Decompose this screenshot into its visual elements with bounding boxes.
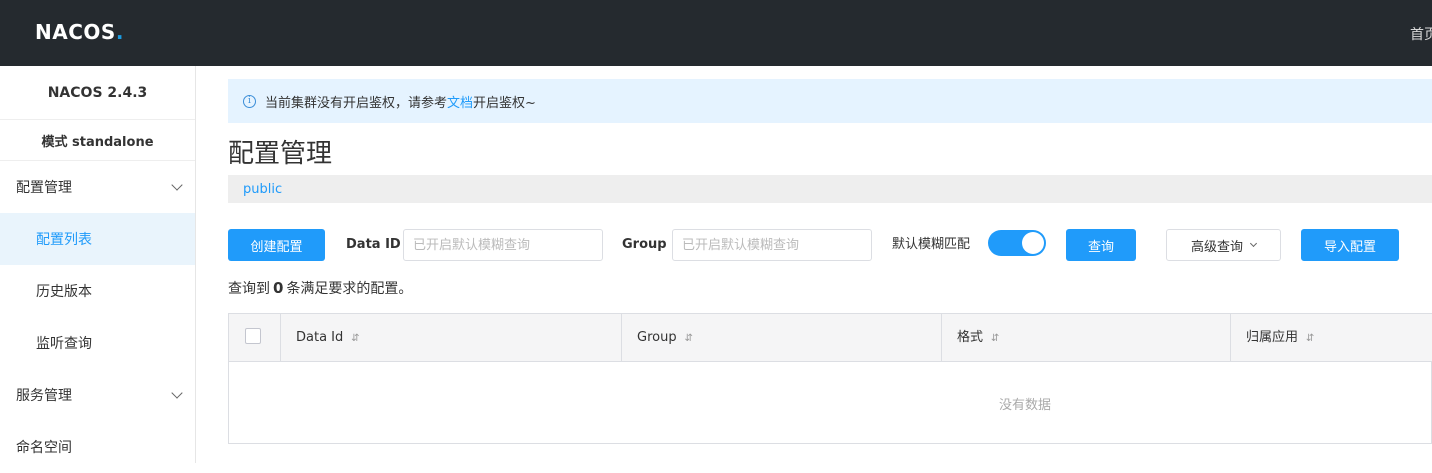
nacos-logo[interactable]: NACOS. bbox=[35, 20, 123, 44]
sidebar-version: NACOS 2.4.3 bbox=[0, 66, 195, 120]
chevron-down-icon bbox=[171, 387, 183, 399]
group-label: Group bbox=[622, 237, 667, 252]
sidebar: NACOS 2.4.3 模式 standalone 配置管理 配置列表 历史版本… bbox=[0, 66, 196, 463]
chevron-down-icon bbox=[171, 179, 183, 191]
result-prefix: 查询到 bbox=[228, 281, 270, 297]
sidebar-group-label: 服务管理 bbox=[16, 388, 72, 404]
data-id-label: Data ID bbox=[346, 237, 401, 252]
column-data-id[interactable]: Data Id ⇵ bbox=[280, 314, 621, 361]
auth-notice: i 当前集群没有开启鉴权，请参考 文档 开启鉴权~ bbox=[228, 79, 1432, 123]
table-empty-state: 没有数据 bbox=[998, 397, 1051, 413]
top-navbar: NACOS. 首页 bbox=[0, 0, 1432, 66]
toggle-knob bbox=[1022, 232, 1044, 254]
column-app[interactable]: 归属应用 ⇵ bbox=[1230, 314, 1432, 361]
create-config-button[interactable]: 创建配置 bbox=[228, 229, 325, 261]
sidebar-group-service[interactable]: 服务管理 bbox=[0, 369, 195, 421]
column-format[interactable]: 格式 ⇵ bbox=[941, 314, 1230, 361]
advanced-query-label: 高级查询 bbox=[1190, 239, 1243, 255]
filter-bar: 创建配置 Data ID Group 默认模糊匹配 查询 高级查询 导入配置 bbox=[228, 229, 1432, 261]
fuzzy-match-toggle[interactable] bbox=[988, 230, 1046, 256]
sidebar-item-config-list[interactable]: 配置列表 bbox=[0, 213, 195, 265]
notice-suffix: 开启鉴权~ bbox=[473, 95, 536, 111]
import-config-button[interactable]: 导入配置 bbox=[1301, 229, 1399, 261]
select-all-cell bbox=[229, 314, 280, 361]
query-button[interactable]: 查询 bbox=[1066, 229, 1136, 261]
config-table: Data Id ⇵ Group ⇵ 格式 ⇵ 归属应用 ⇵ 没有数据 bbox=[228, 313, 1432, 444]
column-group[interactable]: Group ⇵ bbox=[621, 314, 941, 361]
namespace-bar: public bbox=[228, 175, 1432, 203]
main-content: i 当前集群没有开启鉴权，请参考 文档 开启鉴权~ 配置管理 public 创建配置… bbox=[228, 66, 1432, 463]
group-input[interactable] bbox=[672, 229, 872, 261]
logo-text: NACOS bbox=[35, 20, 116, 44]
logo-dot: . bbox=[115, 20, 124, 44]
sidebar-item-listener-query[interactable]: 监听查询 bbox=[0, 317, 195, 369]
result-count: 0 bbox=[273, 279, 284, 297]
column-label: Data Id bbox=[296, 330, 344, 345]
chevron-down-icon bbox=[1249, 239, 1258, 247]
data-id-input[interactable] bbox=[403, 229, 603, 261]
sidebar-group-config[interactable]: 配置管理 bbox=[0, 161, 195, 213]
column-label: 归属应用 bbox=[1246, 330, 1299, 345]
sort-icon[interactable]: ⇵ bbox=[991, 333, 999, 344]
info-icon: i bbox=[243, 94, 256, 108]
column-label: 格式 bbox=[957, 330, 984, 345]
sidebar-mode: 模式 standalone bbox=[0, 120, 195, 161]
sidebar-group-label: 命名空间 bbox=[16, 440, 72, 456]
result-summary: 查询到 0 条满足要求的配置。 bbox=[228, 278, 412, 298]
select-all-checkbox[interactable] bbox=[245, 328, 261, 344]
sidebar-group-label: 配置管理 bbox=[16, 180, 72, 196]
table-header: Data Id ⇵ Group ⇵ 格式 ⇵ 归属应用 ⇵ bbox=[229, 314, 1432, 362]
column-label: Group bbox=[637, 330, 677, 345]
sort-icon[interactable]: ⇵ bbox=[1306, 333, 1314, 344]
page-title: 配置管理 bbox=[228, 139, 333, 169]
notice-prefix: 当前集群没有开启鉴权，请参考 bbox=[265, 95, 448, 111]
sort-icon[interactable]: ⇵ bbox=[351, 333, 359, 344]
namespace-public[interactable]: public bbox=[243, 182, 282, 197]
sort-icon[interactable]: ⇵ bbox=[685, 333, 693, 344]
notice-doc-link[interactable]: 文档 bbox=[447, 92, 473, 111]
advanced-query-button[interactable]: 高级查询 bbox=[1166, 229, 1281, 261]
result-suffix: 条满足要求的配置。 bbox=[286, 281, 413, 297]
nav-link-home[interactable]: 首页 bbox=[1410, 24, 1432, 44]
sidebar-group-namespace[interactable]: 命名空间 bbox=[0, 421, 195, 473]
sidebar-item-history[interactable]: 历史版本 bbox=[0, 265, 195, 317]
fuzzy-match-label: 默认模糊匹配 bbox=[892, 237, 971, 252]
